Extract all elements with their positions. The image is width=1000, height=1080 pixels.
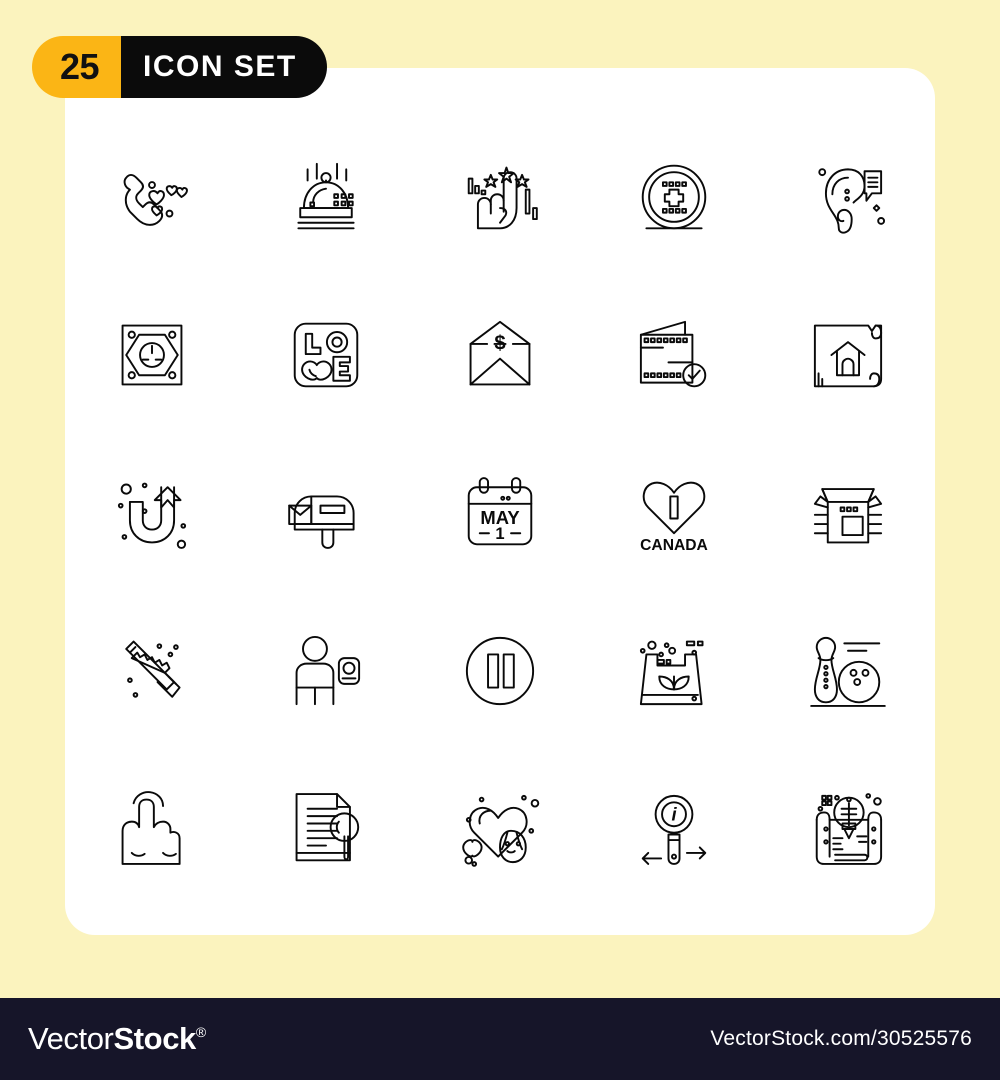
hand-one-stars-icon [467, 166, 538, 230]
ear-listen-icon [818, 168, 886, 234]
icon-cell-heart-girl[interactable] [413, 750, 587, 908]
icon-cell-pause-circle[interactable] [413, 592, 587, 750]
icon-cell-money-envelope[interactable]: $ [413, 276, 587, 434]
icon-cell-power-socket[interactable] [65, 276, 239, 434]
wallet-check-icon [639, 320, 707, 388]
pause-circle-icon [465, 636, 535, 706]
icon-grid: $ MAY 1 CANADA i [65, 118, 935, 908]
i-love-canada-icon: CANADA [640, 481, 708, 554]
calendar-may-1-icon: MAY 1 [467, 477, 533, 546]
calendar-day-label: 1 [495, 524, 504, 543]
dollar-sign-label: $ [494, 332, 505, 354]
footer-url: VectorStock.com/30525576 [710, 1027, 972, 1050]
bowling-icon [810, 636, 886, 707]
icon-cell-phone-love[interactable] [65, 118, 239, 276]
money-envelope-icon: $ [469, 320, 531, 386]
heart-girl-icon [462, 794, 540, 867]
icon-cell-wallet-check[interactable] [587, 276, 761, 434]
icon-cell-add-coin-plus[interactable] [587, 118, 761, 276]
icon-cell-hand-one-stars[interactable] [413, 118, 587, 276]
icon-cell-info-search[interactable]: i [587, 750, 761, 908]
poster-canvas: 25 ICON SET $ MAY 1 CANADA i Vector Stoc… [0, 0, 1000, 1080]
icon-cell-bowling[interactable] [761, 592, 935, 750]
icon-cell-love-letters[interactable] [239, 276, 413, 434]
icon-cell-i-love-canada[interactable]: CANADA [587, 434, 761, 592]
hand-saw-icon [125, 640, 181, 698]
badge-label: ICON SET [121, 36, 327, 98]
icon-cell-eco-bag[interactable] [587, 592, 761, 750]
icon-cell-house-blueprint[interactable] [761, 276, 935, 434]
icon-cell-mailbox-letter[interactable] [239, 434, 413, 592]
power-socket-icon [121, 324, 183, 386]
logo-stock-text: Stock [113, 1021, 196, 1056]
icon-set-badge: 25 ICON SET [32, 36, 327, 98]
badge-count: 25 [32, 36, 122, 98]
icon-cell-food-cloche[interactable] [239, 118, 413, 276]
tap-gesture-icon [121, 791, 181, 865]
logo-vector-text: Vector [28, 1021, 114, 1056]
document-search-icon [295, 793, 360, 862]
icon-cell-open-box[interactable] [761, 434, 935, 592]
u-turn-arrow-icon [117, 482, 187, 549]
house-blueprint-icon [813, 324, 883, 388]
person-badge-icon [295, 635, 361, 706]
info-search-icon: i [641, 794, 707, 865]
idea-scroll-icon [815, 793, 883, 865]
phone-love-icon [123, 173, 188, 226]
canada-word-label: CANADA [640, 537, 708, 554]
food-cloche-icon [297, 162, 355, 230]
icon-cell-tap-gesture[interactable] [65, 750, 239, 908]
icon-cell-u-turn-arrow[interactable] [65, 434, 239, 592]
icon-cell-ear-listen[interactable] [761, 118, 935, 276]
icon-cell-hand-saw[interactable] [65, 592, 239, 750]
icon-cell-person-badge[interactable] [239, 592, 413, 750]
eco-bag-icon [639, 640, 704, 706]
vectorstock-logo: Vector Stock ® [28, 1021, 206, 1057]
mailbox-letter-icon [288, 495, 355, 549]
icon-cell-idea-scroll[interactable] [761, 750, 935, 908]
footer-bar: Vector Stock ® VectorStock.com/30525576 [0, 998, 1000, 1080]
add-coin-plus-icon [641, 164, 707, 230]
open-box-icon [813, 488, 883, 544]
icon-cell-calendar-may-1[interactable]: MAY 1 [413, 434, 587, 592]
icon-cell-document-search[interactable] [239, 750, 413, 908]
love-letters-icon [293, 322, 359, 388]
info-letter-label: i [671, 804, 677, 825]
registered-trademark-icon: ® [195, 1024, 206, 1040]
